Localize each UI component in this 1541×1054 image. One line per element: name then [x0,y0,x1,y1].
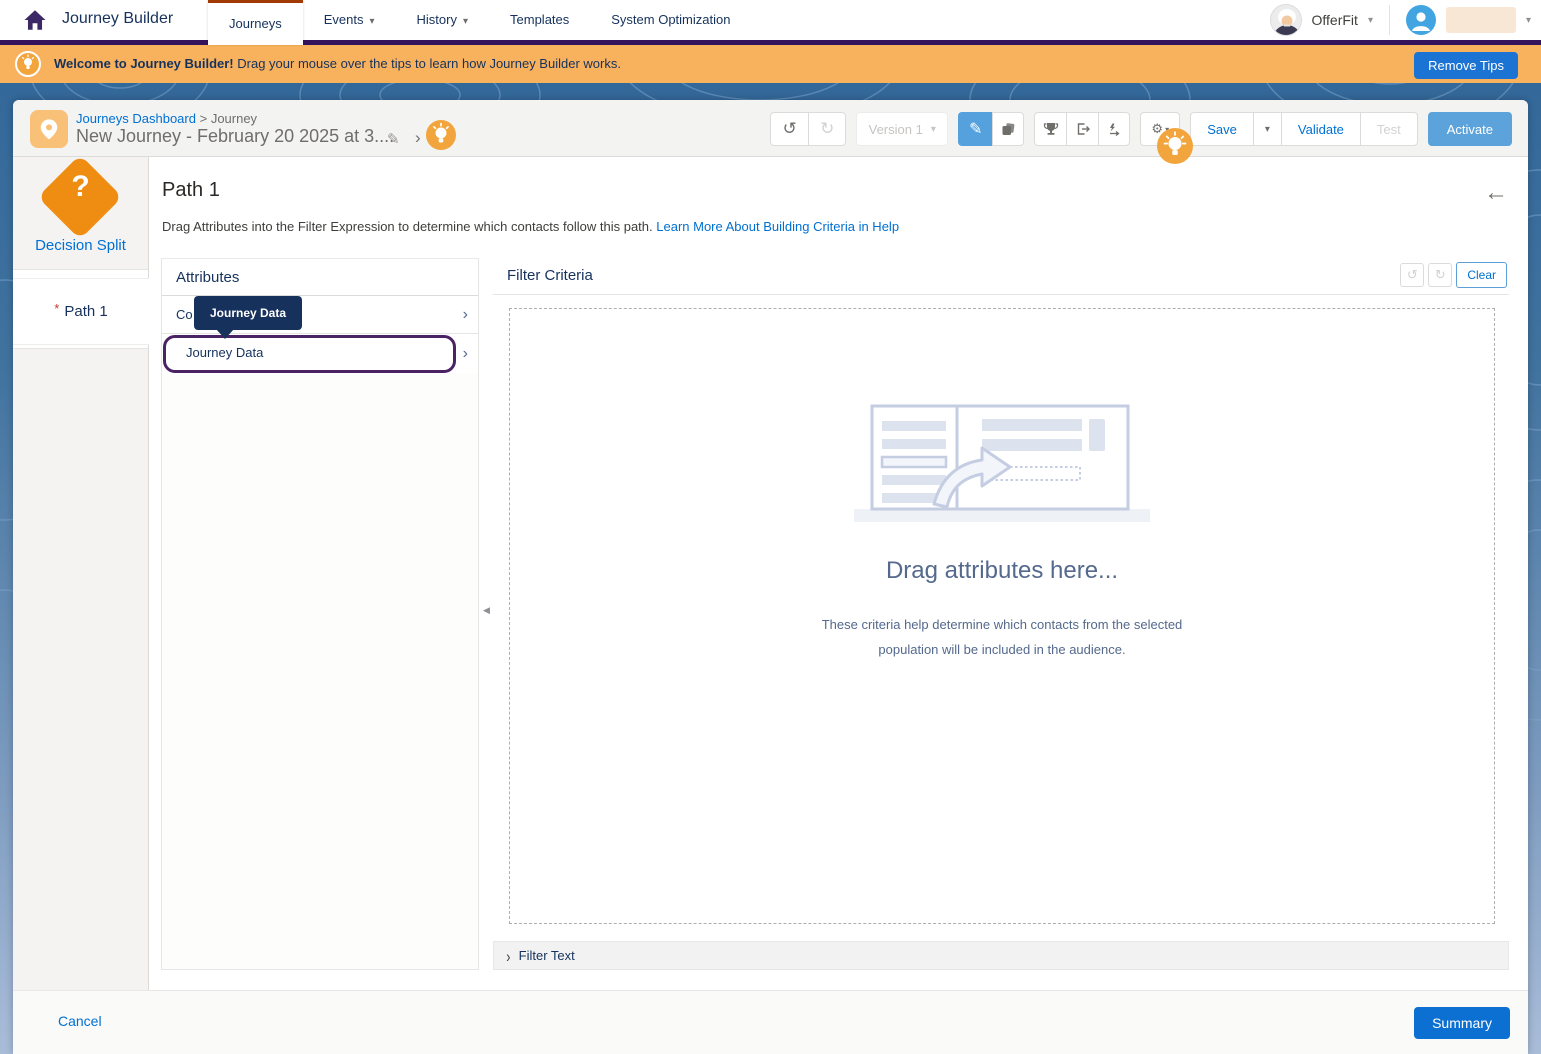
save-button[interactable]: Save [1190,112,1253,146]
lightbulb-icon [15,51,41,77]
help-link[interactable]: Learn More About Building Criteria in He… [656,219,899,234]
copy-journey-button[interactable] [1098,112,1130,146]
rail-background [13,348,148,990]
trophy-icon [1043,121,1059,137]
attributes-title: Attributes [162,259,478,296]
export-button[interactable] [1066,112,1098,146]
journey-header: Journeys Dashboard > Journey New Journey… [13,100,1528,157]
app-title: Journey Builder [62,10,173,28]
redo-button[interactable]: ↻ [808,112,846,146]
breadcrumb-current: Journey [211,111,257,126]
attribute-dropzone[interactable]: Drag attributes here... These criteria h… [509,308,1495,924]
journey-builder-app: Journey Builder Journeys Events▾ History… [0,0,1541,1054]
back-arrow-icon[interactable]: ← [1484,179,1508,207]
top-nav: Journey Builder Journeys Events▾ History… [0,0,1541,40]
edit-title-pencil-icon[interactable]: ✎ [387,130,400,148]
pages-icon [1000,121,1016,137]
test-button[interactable]: Test [1360,112,1418,146]
clear-button[interactable]: Clear [1456,262,1507,288]
attribute-item-journey-data[interactable]: Journey Data › [162,334,478,374]
path-heading: Path 1 [162,179,220,202]
version-dropdown[interactable]: Version 1 ▾ [856,112,948,146]
tab-history[interactable]: History▾ [396,0,489,40]
activity-rail: ? Decision Split * Path 1 [13,157,148,990]
tab-events[interactable]: Events▾ [303,0,396,40]
chevron-right-icon[interactable]: › [463,306,468,324]
save-dropdown-caret[interactable]: ▾ [1253,112,1281,146]
filter-redo-button[interactable]: ↻ [1428,263,1452,287]
account-name[interactable]: OfferFit [1312,12,1358,28]
activate-button[interactable]: Activate [1428,112,1512,146]
decision-split-label[interactable]: Decision Split [13,237,148,254]
chevron-right-icon: › [506,946,510,965]
dropzone-illustration [852,401,1152,526]
caret-down-icon: ▾ [931,124,936,135]
breadcrumb: Journeys Dashboard > Journey [76,111,257,126]
remove-tips-button[interactable]: Remove Tips [1414,52,1518,79]
tip-lightbulb-icon[interactable] [426,120,456,150]
edit-mode-button[interactable]: ✎ [958,112,992,146]
user-avatar-icon[interactable] [1406,5,1436,35]
journey-toolbar: ↺ ↻ Version 1 ▾ ✎ [770,112,1512,146]
einstein-avatar[interactable] [1270,4,1302,36]
filter-text-expander[interactable]: › Filter Text [493,941,1509,970]
caret-down-icon: ▾ [463,16,468,27]
nav-tabs: Journeys Events▾ History▾ Templates Syst… [208,0,751,45]
copy-pages-button[interactable] [992,112,1024,146]
filter-criteria-header: Filter Criteria ↺ ↻ Clear [493,258,1509,295]
journey-title: New Journey - February 20 2025 at 3.... [76,126,394,147]
dropzone-helper-line2: population will be included in the audie… [510,642,1494,657]
path-description: Drag Attributes into the Filter Expressi… [162,219,899,234]
collapse-panel-arrow[interactable]: ◀ [483,605,490,616]
journey-pin-icon [30,110,68,148]
home-icon[interactable] [22,8,48,32]
dropzone-title: Drag attributes here... [510,557,1494,585]
caret-down-icon[interactable]: ▾ [1368,15,1373,26]
modal-footer: Cancel Summary [13,990,1528,1054]
required-asterisk: * [54,301,59,316]
flow-copy-icon [1106,121,1122,137]
filter-criteria-title: Filter Criteria [507,267,593,284]
path-config-panel: Path 1 ← Drag Attributes into the Filter… [148,157,1528,990]
tab-system-optimization[interactable]: System Optimization [590,0,751,40]
tab-journeys[interactable]: Journeys [208,0,303,45]
export-icon [1075,121,1091,137]
tab-templates[interactable]: Templates [489,0,590,40]
welcome-banner: Welcome to Journey Builder! Drag your mo… [0,45,1541,83]
decision-split-card: ? Decision Split [13,157,148,270]
breadcrumb-journeys-dashboard[interactable]: Journeys Dashboard [76,111,196,126]
user-name-redacted [1446,7,1516,33]
nav-account-area: OfferFit ▾ ▾ [1270,0,1531,40]
attributes-panel: Attributes Co › Journey Data › Journey D… [161,258,479,970]
summary-button[interactable]: Summary [1414,1007,1510,1039]
caret-down-icon[interactable]: ▾ [1526,15,1531,26]
path-1-tab[interactable]: * Path 1 [13,278,149,345]
divider [1389,5,1390,35]
banner-message: Welcome to Journey Builder! Drag your mo… [54,56,621,71]
filter-criteria-panel: Filter Criteria ↺ ↻ Clear [493,258,1509,970]
decision-split-modal: Journeys Dashboard > Journey New Journey… [13,100,1528,1054]
cancel-button[interactable]: Cancel [58,1013,102,1029]
chevron-right-icon: › [415,128,421,148]
journey-data-tooltip: Journey Data [194,296,302,330]
undo-button[interactable]: ↺ [770,112,808,146]
tooltip-pointer [216,329,234,339]
filter-undo-button[interactable]: ↺ [1400,263,1424,287]
validate-button[interactable]: Validate [1281,112,1360,146]
dropzone-helper-line1: These criteria help determine which cont… [510,617,1494,632]
chevron-right-icon[interactable]: › [463,345,468,363]
goals-button[interactable] [1034,112,1066,146]
tip-lightbulb-icon[interactable] [1157,128,1193,164]
caret-down-icon: ▾ [370,16,375,27]
